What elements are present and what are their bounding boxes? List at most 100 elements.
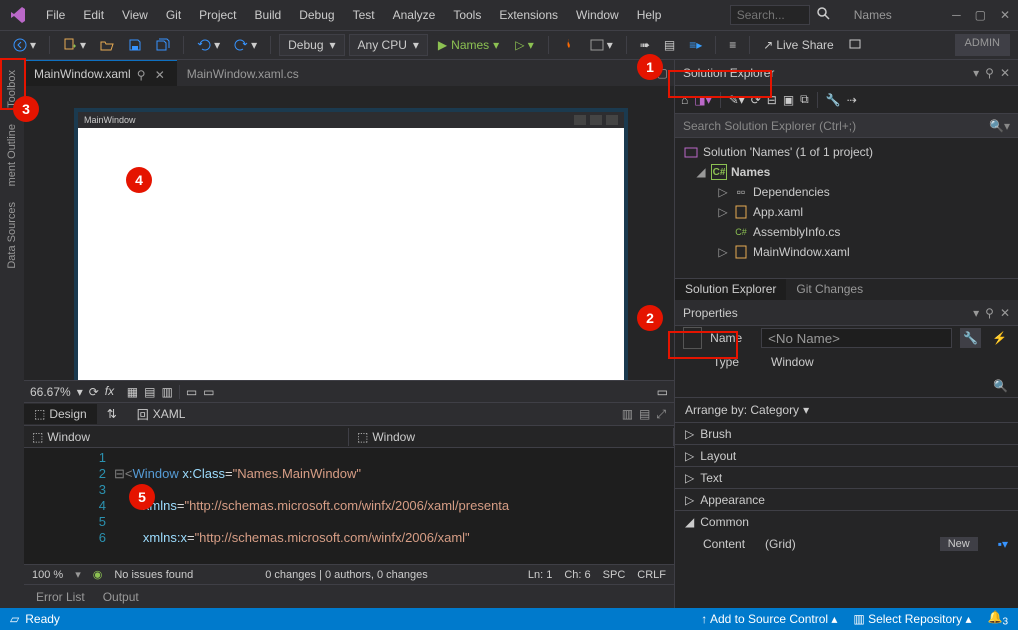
menu-test[interactable]: Test	[345, 4, 383, 26]
tab-output[interactable]: Output	[95, 587, 147, 607]
split-v-icon[interactable]: ▤	[639, 407, 650, 422]
step-icon[interactable]: ➠	[635, 35, 655, 55]
expand-icon[interactable]: ⤢	[656, 407, 666, 422]
code-editor[interactable]: 123456 ⊟<Window x:Class="Names.MainWindo…	[24, 448, 674, 564]
menu-build[interactable]: Build	[247, 4, 290, 26]
tab-error-list[interactable]: Error List	[28, 587, 93, 607]
pin-icon[interactable]: ⚲	[137, 68, 149, 80]
minimize-icon[interactable]: ─	[952, 8, 961, 22]
maximize-icon[interactable]: ▢	[975, 8, 986, 22]
search-icon[interactable]	[816, 6, 834, 24]
menu-window[interactable]: Window	[568, 4, 627, 26]
solution-tree[interactable]: Solution 'Names' (1 of 1 project) ◢ C# N…	[675, 138, 1018, 278]
nav-back-icon[interactable]: ▾	[8, 35, 41, 55]
zoom-dropdown-icon[interactable]: ▾	[77, 385, 83, 399]
issues-label[interactable]: No issues found	[114, 569, 193, 581]
feedback-icon[interactable]	[843, 35, 867, 55]
name-field[interactable]	[761, 328, 952, 348]
menu-view[interactable]: View	[114, 4, 156, 26]
properties-icon[interactable]: 🔧	[826, 93, 841, 107]
platform-dropdown[interactable]: Any CPU ▾	[349, 34, 428, 56]
cat-brush[interactable]: ▷ Brush	[675, 422, 1018, 444]
menu-tools[interactable]: Tools	[445, 4, 489, 26]
new-item-icon[interactable]: ▾	[58, 35, 91, 55]
split-h-icon[interactable]: ▥	[622, 407, 633, 422]
hotreload-icon[interactable]	[557, 35, 581, 55]
grid-icon[interactable]: ▦	[127, 385, 138, 399]
open-icon[interactable]	[95, 35, 119, 55]
pin-icon[interactable]: ⚲	[985, 66, 994, 80]
tree-node-assemblyinfo[interactable]: C# AssemblyInfo.cs	[675, 222, 1018, 242]
design-options-icon[interactable]: ▭	[657, 385, 668, 399]
bounds-icon[interactable]: ▭	[186, 385, 197, 399]
ruler-icon[interactable]: ▭	[203, 385, 214, 399]
spc[interactable]: SPC	[603, 569, 626, 581]
save-all-icon[interactable]	[151, 35, 175, 55]
doc-tab-mainwindow-cs[interactable]: MainWindow.xaml.cs	[177, 60, 309, 86]
admin-button[interactable]: ADMIN	[955, 34, 1010, 56]
add-source-control[interactable]: ↑ Add to Source Control ▴	[701, 612, 837, 626]
dropdown-icon[interactable]: ▾	[973, 306, 979, 320]
menu-edit[interactable]: Edit	[75, 4, 112, 26]
dropdown-icon[interactable]: ▾	[973, 66, 979, 80]
indent-icon[interactable]: ≡▸	[684, 35, 707, 55]
code-scope-dropdown[interactable]: ⬚ Window	[24, 428, 349, 446]
fx-icon[interactable]: fx	[105, 384, 121, 400]
close-icon[interactable]: ✕	[155, 68, 167, 80]
designer-pane[interactable]: MainWindow 66.67% ▾ ⟳ fx ▦ ▤ ▥ ▭ ▭ ▭	[24, 86, 674, 402]
prop-content[interactable]: Content (Grid) New ▪▾	[675, 532, 1018, 556]
arrange-by[interactable]: Arrange by: Category ▾	[675, 398, 1018, 422]
doc-tab-mainwindow-xaml[interactable]: MainWindow.xaml ⚲ ✕	[24, 60, 177, 86]
refresh-icon[interactable]: ⟳	[89, 385, 99, 399]
liveshare-button[interactable]: ↗ Live Share	[758, 35, 838, 55]
split-swap-icon[interactable]: ⇅	[97, 404, 127, 424]
snap-icon[interactable]: ▤	[144, 385, 155, 399]
tab-solution-explorer[interactable]: Solution Explorer	[675, 279, 786, 300]
designer-canvas[interactable]: MainWindow	[78, 112, 624, 394]
close-icon[interactable]: ✕	[1000, 306, 1010, 320]
search-input[interactable]	[730, 5, 810, 25]
undo-icon[interactable]: ▾	[192, 35, 225, 55]
code-member-dropdown[interactable]: ⬚ Window	[349, 428, 674, 446]
reset-icon[interactable]: ▪▾	[998, 537, 1008, 551]
codelens[interactable]: 0 changes | 0 authors, 0 changes	[265, 569, 427, 581]
preview-icon[interactable]: ⇢	[847, 93, 857, 107]
tree-node-dependencies[interactable]: ▷ ▫▫ Dependencies	[675, 182, 1018, 202]
solution-search[interactable]: Search Solution Explorer (Ctrl+;) 🔍▾	[675, 114, 1018, 138]
menu-analyze[interactable]: Analyze	[385, 4, 444, 26]
tool-icon-1[interactable]: ▤	[659, 35, 680, 55]
tree-node-mainwindow-xaml[interactable]: ▷ MainWindow.xaml	[675, 242, 1018, 262]
tab-git-changes[interactable]: Git Changes	[786, 279, 873, 300]
events-icon[interactable]: ⚡	[989, 328, 1010, 348]
start-button[interactable]: ▶ Names ▾	[432, 36, 505, 54]
code-text[interactable]: ⊟<Window x:Class="Names.MainWindow" xmln…	[114, 448, 674, 564]
menu-debug[interactable]: Debug	[291, 4, 342, 26]
menu-help[interactable]: Help	[629, 4, 670, 26]
menu-file[interactable]: File	[38, 4, 73, 26]
tree-node-project[interactable]: ◢ C# Names	[675, 162, 1018, 182]
code-zoom[interactable]: 100 %	[32, 569, 63, 581]
menu-project[interactable]: Project	[191, 4, 244, 26]
menu-extensions[interactable]: Extensions	[491, 4, 566, 26]
start-noDebug-button[interactable]: ▷ ▾	[509, 36, 540, 54]
notifications-icon[interactable]: 🔔3	[987, 610, 1008, 627]
search-icon[interactable]: 🔍▾	[989, 119, 1010, 133]
zoom-value[interactable]: 66.67%	[30, 385, 71, 399]
redo-icon[interactable]: ▾	[229, 35, 262, 55]
split-tab-design[interactable]: ⬚ Design	[24, 404, 97, 424]
outdent-icon[interactable]: ≡	[724, 35, 741, 55]
split-tab-xaml[interactable]: 回 XAML	[127, 403, 196, 426]
tree-node-app-xaml[interactable]: ▷ App.xaml	[675, 202, 1018, 222]
copy-icon[interactable]: ⧉	[800, 92, 809, 107]
close-icon[interactable]: ✕	[1000, 8, 1010, 22]
menu-git[interactable]: Git	[158, 4, 189, 26]
crlf[interactable]: CRLF	[637, 569, 666, 581]
cat-common[interactable]: ◢ Common	[675, 510, 1018, 532]
tree-node-solution[interactable]: Solution 'Names' (1 of 1 project)	[675, 142, 1018, 162]
select-repository[interactable]: ▥ Select Repository ▴	[853, 612, 971, 626]
left-tab-data-sources[interactable]: Data Sources	[3, 194, 21, 277]
config-dropdown[interactable]: Debug ▾	[279, 34, 344, 56]
properties-search[interactable]: 🔍	[675, 374, 1018, 398]
browser-link-icon[interactable]: ▾	[585, 35, 618, 55]
snap2-icon[interactable]: ▥	[161, 385, 172, 399]
